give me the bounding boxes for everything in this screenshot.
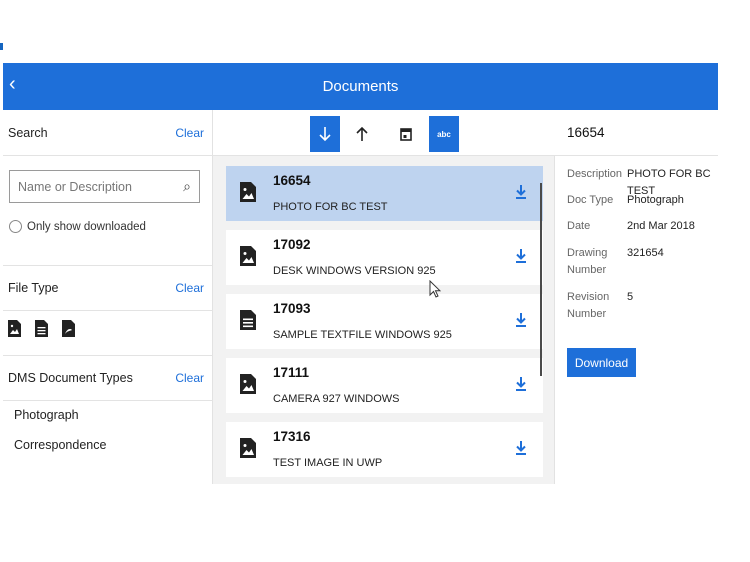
document-number: 17316: [273, 429, 311, 444]
document-row[interactable]: 17092 DESK WINDOWS VERSION 925: [226, 230, 543, 285]
file-type-label: File Type: [8, 281, 59, 295]
corner-mark: [0, 43, 3, 50]
back-button[interactable]: ‹: [9, 74, 16, 94]
arrow-up-icon: [356, 126, 368, 141]
drawing-number-value: 321654: [627, 247, 664, 259]
search-section-header: Search Clear: [3, 110, 213, 156]
search-icon[interactable]: ⌕: [183, 178, 191, 195]
search-label: Search: [8, 125, 48, 140]
revision-number-label: Number: [567, 308, 607, 320]
only-downloaded-label: Only show downloaded: [27, 220, 146, 233]
image-file-icon: [240, 246, 256, 266]
calendar-icon: [400, 128, 412, 141]
doc-type-value: Photograph: [627, 194, 684, 206]
sort-by-name-button[interactable]: abc: [429, 116, 459, 152]
pdf-file-icon[interactable]: [62, 320, 75, 337]
sort-toolbar: abc: [213, 110, 555, 156]
dms-label: DMS Document Types: [8, 371, 133, 385]
doc-type-label: Doc Type: [567, 194, 614, 206]
image-file-icon: [240, 182, 256, 202]
page-title: Documents: [322, 78, 399, 95]
download-icon[interactable]: [515, 312, 527, 328]
drawing-number-label: Number: [567, 264, 607, 276]
sort-descending-button[interactable]: [310, 116, 340, 152]
document-row[interactable]: 17316 TEST IMAGE IN UWP: [226, 422, 543, 477]
document-description: SAMPLE TEXTFILE WINDOWS 925: [273, 329, 452, 341]
document-number: 16654: [273, 173, 311, 188]
file-type-clear-link[interactable]: Clear: [175, 281, 204, 295]
title-bar: ‹ Documents: [3, 63, 718, 110]
document-number: 17093: [273, 301, 311, 316]
file-type-section-header: File Type Clear: [3, 265, 213, 311]
dms-clear-link[interactable]: Clear: [175, 371, 204, 385]
document-number: 17111: [273, 365, 310, 380]
document-row[interactable]: 17093 SAMPLE TEXTFILE WINDOWS 925: [226, 294, 543, 349]
date-label: Date: [567, 220, 591, 232]
date-value: 2nd Mar 2018: [627, 220, 695, 232]
image-file-icon: [240, 374, 256, 394]
dms-item-correspondence[interactable]: Correspondence: [14, 438, 106, 452]
download-icon[interactable]: [515, 376, 527, 392]
abc-label: abc: [437, 129, 451, 139]
document-description: PHOTO FOR BC TEST: [273, 201, 388, 213]
file-type-icons: [8, 320, 75, 337]
filter-panel: Search Clear ⌕ Only show downloaded File…: [3, 110, 213, 484]
document-number: 17092: [273, 237, 311, 252]
description-label: Description: [567, 168, 623, 180]
dms-item-photograph[interactable]: Photograph: [14, 408, 79, 422]
image-file-icon: [240, 438, 256, 458]
drawing-label: Drawing: [567, 247, 608, 259]
scrollbar[interactable]: [540, 183, 542, 376]
only-downloaded-option[interactable]: Only show downloaded: [9, 220, 146, 233]
dms-section-header: DMS Document Types Clear: [3, 355, 213, 401]
radio-button[interactable]: [9, 220, 22, 233]
document-description: CAMERA 927 WINDOWS: [273, 393, 400, 405]
document-list: 16654 PHOTO FOR BC TEST 17092 DESK WINDOWS …: [213, 156, 555, 484]
document-row[interactable]: 16654 PHOTO FOR BC TEST: [226, 166, 543, 221]
image-file-icon[interactable]: [8, 320, 21, 337]
document-description: TEST IMAGE IN UWP: [273, 457, 383, 469]
search-box[interactable]: ⌕: [9, 170, 200, 203]
revision-label: Revision: [567, 291, 610, 303]
download-icon[interactable]: [515, 184, 527, 200]
download-button[interactable]: Download: [567, 348, 636, 377]
text-file-icon[interactable]: [35, 320, 48, 337]
mouse-cursor-icon: [429, 280, 441, 298]
sort-ascending-button[interactable]: [347, 116, 377, 152]
download-icon[interactable]: [515, 440, 527, 456]
text-file-icon: [240, 310, 256, 330]
search-input[interactable]: [18, 179, 178, 194]
document-description: DESK WINDOWS VERSION 925: [273, 265, 436, 277]
detail-panel: 16654 Description PHOTO FOR BC TEST Doc …: [555, 110, 718, 484]
arrow-down-icon: [319, 127, 331, 142]
revision-number-value: 5: [627, 291, 634, 303]
download-icon[interactable]: [515, 248, 527, 264]
search-clear-link[interactable]: Clear: [175, 126, 204, 140]
document-row[interactable]: 17111 CAMERA 927 WINDOWS: [226, 358, 543, 413]
sort-by-date-button[interactable]: [391, 116, 421, 152]
detail-title: 16654: [555, 110, 718, 156]
